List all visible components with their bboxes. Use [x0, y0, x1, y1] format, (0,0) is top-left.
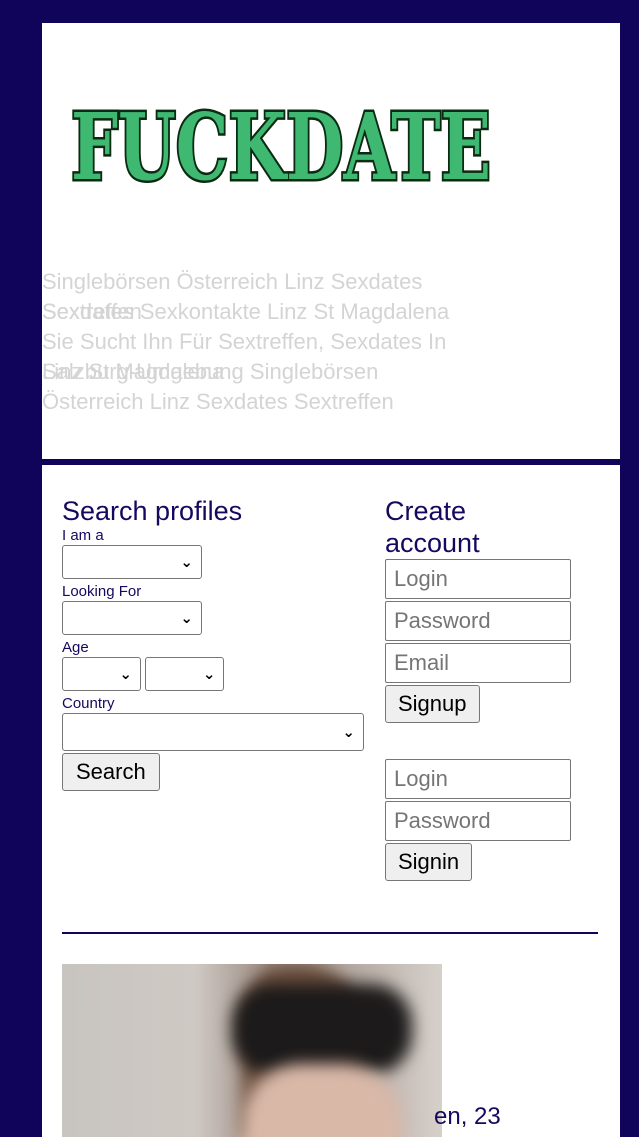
- signup-button[interactable]: Signup: [385, 685, 480, 723]
- tagline-line: Sie Sucht Ihn Für Sextreffen, Sexdates I…: [42, 329, 447, 354]
- account-title-line2: account: [385, 528, 480, 558]
- tagline-line: Linz St Magdalena Salzburg-Umgebung Sing…: [42, 357, 582, 387]
- search-title: Search profiles: [62, 496, 243, 526]
- age-min-select[interactable]: ⌄: [62, 657, 141, 691]
- profile-caption[interactable]: en, 23: [434, 1103, 501, 1131]
- logo-graphic: FUCKDATE: [69, 91, 494, 204]
- tagline-line: Sextreffen Sexdates Sexkontakte Linz St …: [42, 297, 582, 327]
- chevron-down-icon: ⌄: [342, 723, 355, 741]
- signin-password-input[interactable]: Password: [385, 801, 571, 841]
- logo-text: FUCKDATE: [71, 93, 491, 193]
- iam-select[interactable]: ⌄: [62, 545, 202, 579]
- iam-label: I am a: [62, 527, 104, 544]
- search-button[interactable]: Search: [62, 753, 160, 791]
- signup-login-input[interactable]: Login: [385, 559, 571, 599]
- looking-label: Looking For: [62, 583, 142, 600]
- tagline-text: Sexdates Sexkontakte Linz St Magdalena: [42, 299, 450, 324]
- age-label: Age: [62, 639, 89, 656]
- signup-password-input[interactable]: Password: [385, 601, 571, 641]
- site-header: FUCKDATE Singlebörsen Österreich Linz Se…: [42, 23, 620, 459]
- tagline-text: Salzburg-Umgebung Singlebörsen: [42, 359, 379, 384]
- site-logo[interactable]: FUCKDATE: [67, 91, 497, 204]
- photo-blur: [232, 984, 412, 1074]
- signin-login-input[interactable]: Login: [385, 759, 571, 799]
- signup-email-input[interactable]: Email: [385, 643, 571, 683]
- search-panel: Search profiles I am a ⌄ Looking For ⌄ A…: [62, 495, 382, 791]
- photo-blur: [242, 1064, 402, 1137]
- profile-photo[interactable]: [62, 964, 442, 1137]
- age-max-select[interactable]: ⌄: [145, 657, 225, 691]
- account-title-line1: Create: [385, 496, 467, 526]
- tagline-line: Singlebörsen Österreich Linz Sexdates: [42, 269, 423, 294]
- country-select[interactable]: ⌄: [62, 713, 364, 751]
- section-divider: [62, 932, 598, 934]
- chevron-down-icon: ⌄: [202, 665, 216, 683]
- tagline: Singlebörsen Österreich Linz Sexdates Se…: [42, 267, 582, 417]
- chevron-down-icon: ⌄: [180, 609, 193, 627]
- account-panel: Create account Login Password Email Sign…: [385, 495, 585, 881]
- signin-button[interactable]: Signin: [385, 843, 473, 881]
- country-label: Country: [62, 695, 115, 712]
- chevron-down-icon: ⌄: [119, 665, 132, 683]
- main-content: Search profiles I am a ⌄ Looking For ⌄ A…: [42, 465, 620, 1137]
- tagline-line: Österreich Linz Sexdates Sextreffen: [42, 389, 394, 414]
- looking-for-select[interactable]: ⌄: [62, 601, 202, 635]
- chevron-down-icon: ⌄: [180, 553, 193, 571]
